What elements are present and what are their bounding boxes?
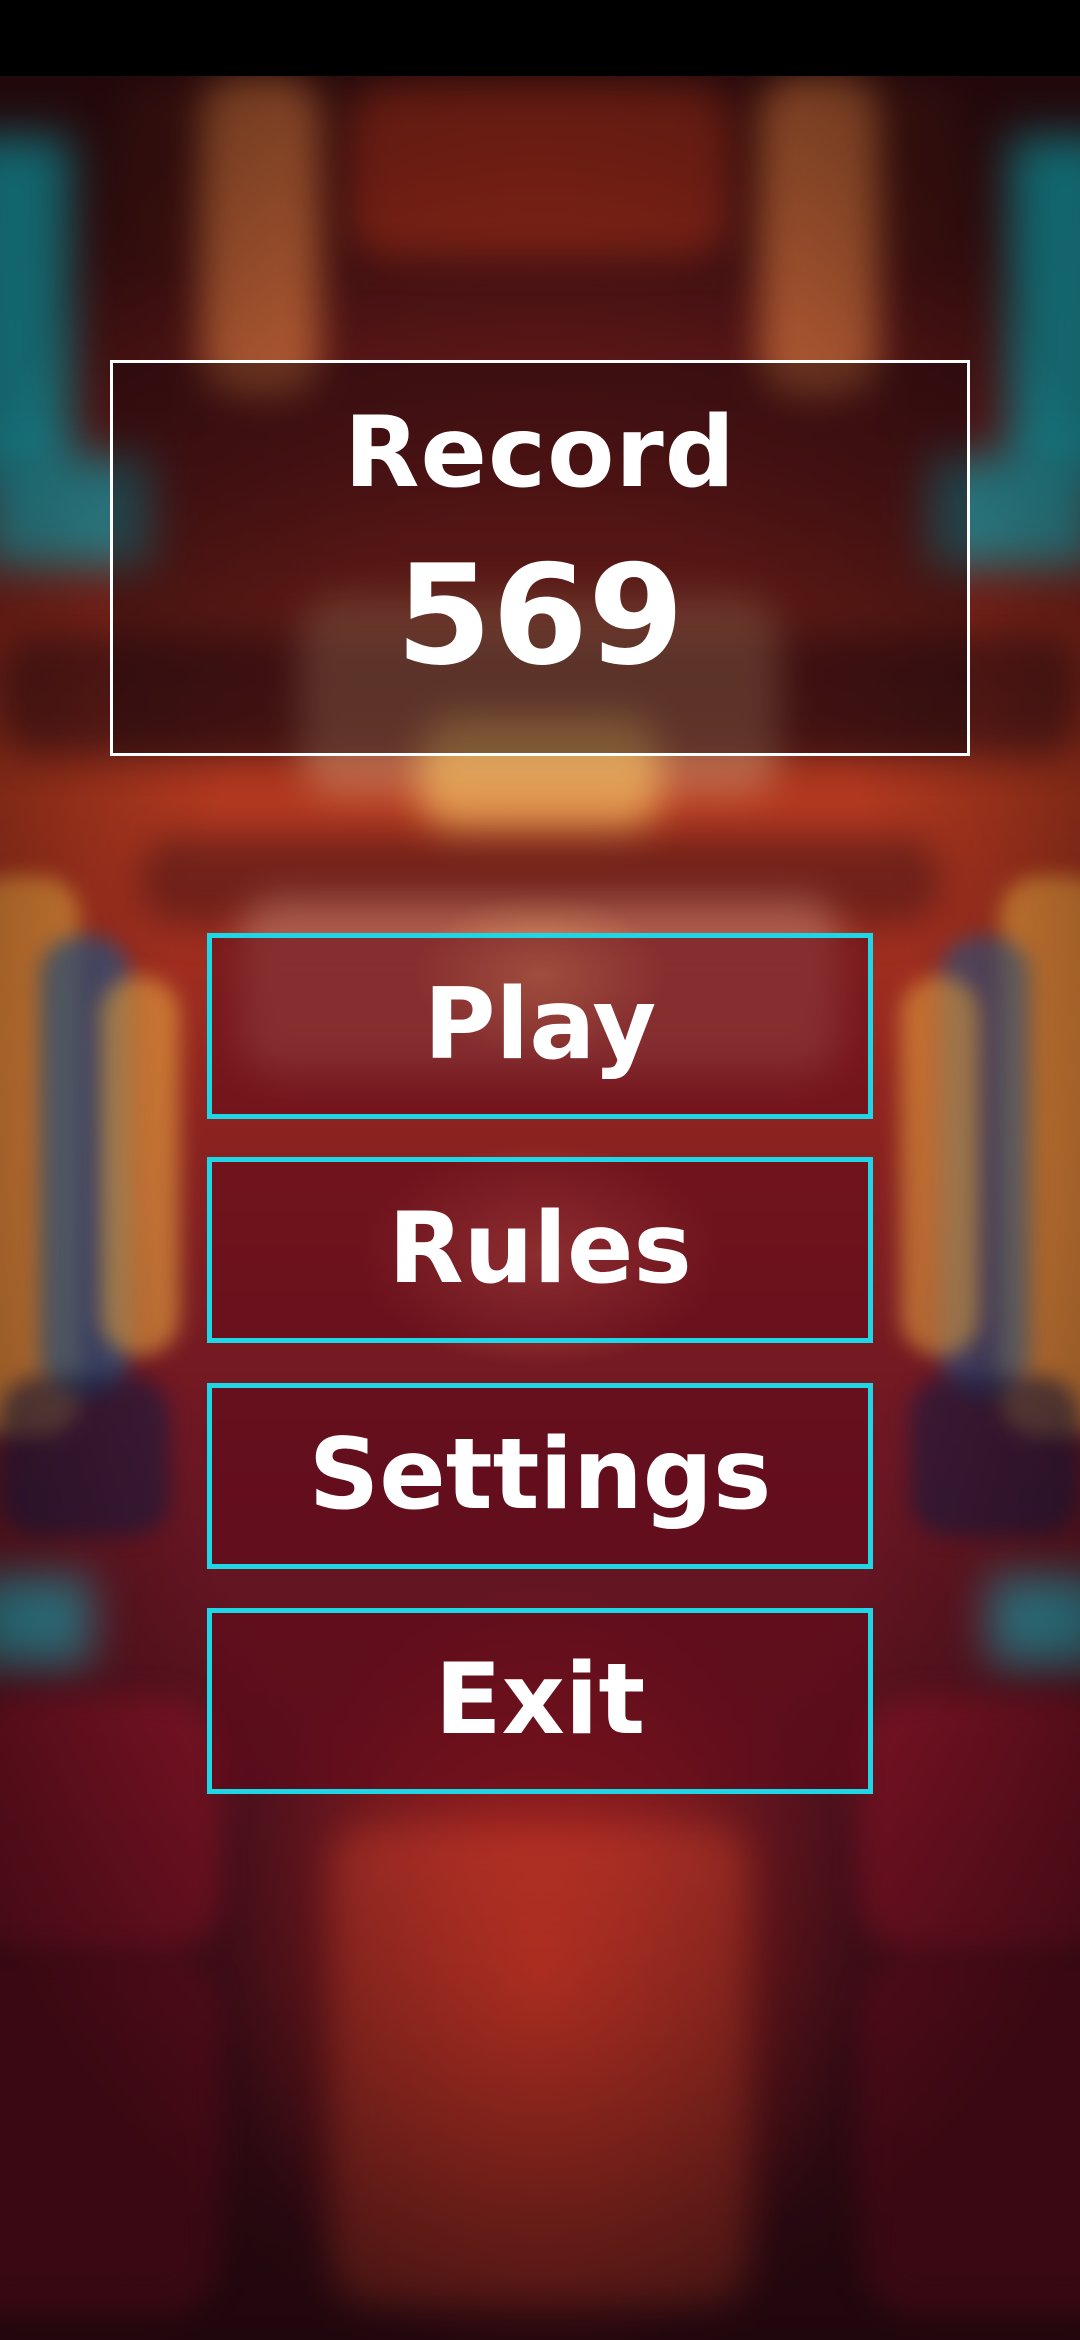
record-panel: Record 569 bbox=[110, 360, 970, 756]
record-title: Record bbox=[344, 396, 736, 510]
rules-button[interactable]: Rules bbox=[207, 1157, 873, 1343]
main-menu-screen: Record 569 Play Rules Settings Exit bbox=[0, 0, 1080, 2340]
settings-button[interactable]: Settings bbox=[207, 1383, 873, 1569]
play-button[interactable]: Play bbox=[207, 933, 873, 1119]
status-bar bbox=[0, 0, 1080, 76]
record-value: 569 bbox=[395, 535, 685, 696]
exit-button[interactable]: Exit bbox=[207, 1608, 873, 1794]
